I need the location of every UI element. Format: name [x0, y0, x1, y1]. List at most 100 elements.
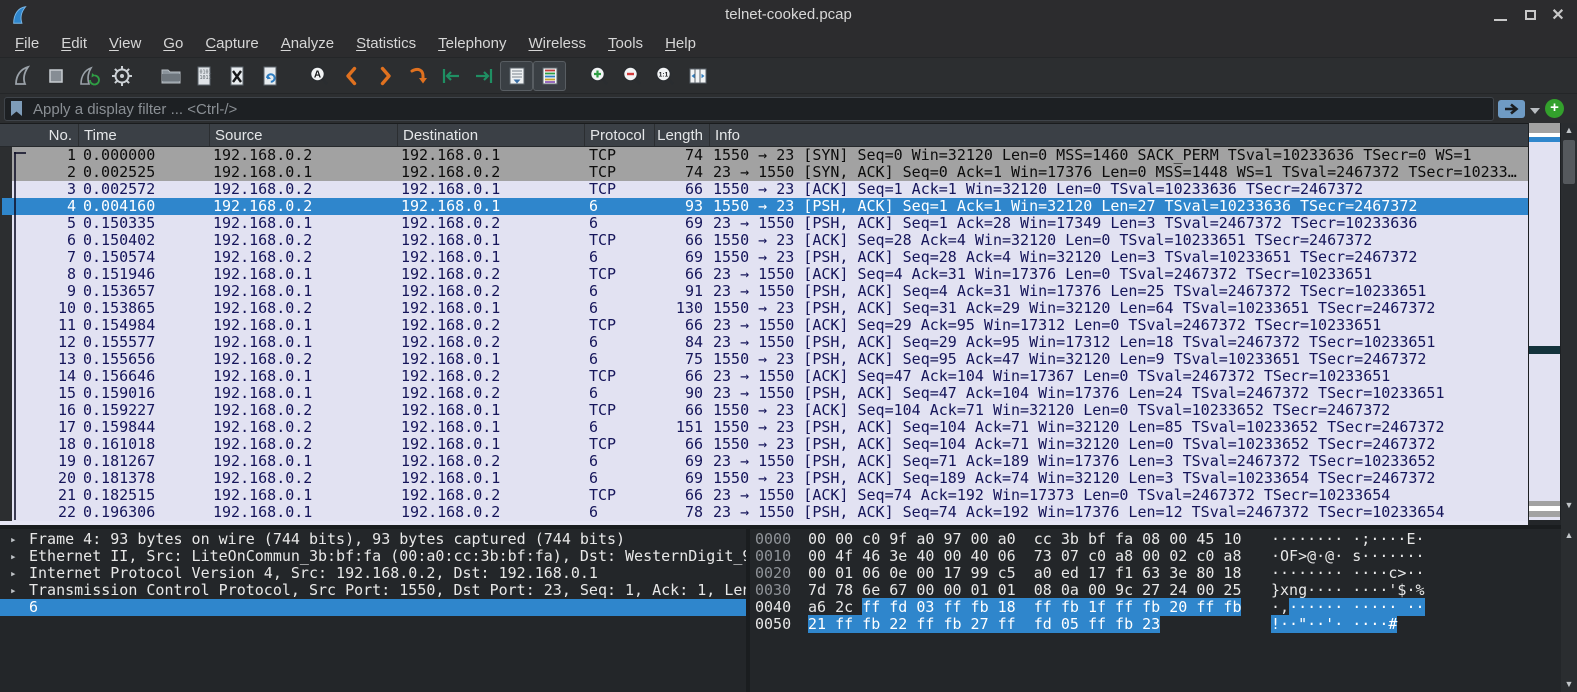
packet-row-21[interactable]: 210.182515192.168.0.1192.168.0.2TCP6623 …	[12, 487, 1528, 504]
hex-bytes[interactable]: 7d 78 6e 67 00 00 01 01 08 0a 00 9c 27 2…	[808, 582, 1241, 599]
hex-bytes[interactable]: 00 00 c0 9f a0 97 00 a0 cc 3b bf fa 08 0…	[808, 531, 1241, 548]
filter-bookmark-icon[interactable]	[10, 100, 23, 117]
packet-row-1[interactable]: 10.000000192.168.0.2192.168.0.1TCP741550…	[12, 147, 1528, 164]
bottom-pane-scroll-down-icon[interactable]: ▼	[1561, 678, 1577, 691]
go-to-packet-button[interactable]	[401, 61, 434, 91]
restart-capture-button[interactable]	[72, 61, 105, 91]
zoom-original-button[interactable]: 1:1	[648, 61, 681, 91]
menu-view[interactable]: View	[98, 32, 152, 55]
packet-row-2[interactable]: 20.002525192.168.0.1192.168.0.2TCP7423 →…	[12, 164, 1528, 181]
add-filter-button[interactable]: +	[1545, 99, 1564, 118]
hex-row-0050[interactable]: 005021 ff fb 22 ff fb 27 ff fd 05 ff fb …	[750, 616, 1561, 633]
menu-telephony[interactable]: Telephony	[427, 32, 517, 55]
minimize-button[interactable]	[1487, 0, 1513, 30]
menu-analyze[interactable]: Analyze	[270, 32, 345, 55]
hex-row-0020[interactable]: 002000 01 06 0e 00 17 99 c5 a0 ed 17 f1 …	[750, 565, 1561, 582]
menu-wireless[interactable]: Wireless	[518, 32, 598, 55]
packet-row-16[interactable]: 160.159227192.168.0.2192.168.0.1TCP66155…	[12, 402, 1528, 419]
scrollbar-handle[interactable]	[1563, 140, 1575, 184]
maximize-button[interactable]	[1517, 0, 1543, 30]
menu-go[interactable]: Go	[152, 32, 194, 55]
find-packet-button[interactable]: A	[302, 61, 335, 91]
packet-row-12[interactable]: 120.155577192.168.0.1192.168.0.268423 → …	[12, 334, 1528, 351]
expand-arrow-icon[interactable]: ▸	[10, 548, 17, 565]
packet-row-17[interactable]: 170.159844192.168.0.2192.168.0.161511550…	[12, 419, 1528, 436]
packet-row-5[interactable]: 50.150335192.168.0.1192.168.0.266923 → 1…	[12, 215, 1528, 232]
expand-arrow-icon[interactable]: ▸	[10, 582, 17, 599]
menu-statistics[interactable]: Statistics	[345, 32, 427, 55]
column-header-length[interactable]: Length	[655, 124, 710, 146]
menu-help[interactable]: Help	[654, 32, 707, 55]
hex-bytes[interactable]: 00 01 06 0e 00 17 99 c5 a0 ed 17 f1 63 3…	[808, 565, 1241, 582]
scroll-down-icon[interactable]: ▼	[1561, 499, 1577, 512]
packet-list-scrollbar[interactable]: ▲ ▼ ▲ ▼	[1561, 123, 1577, 692]
menu-capture[interactable]: Capture	[194, 32, 269, 55]
ascii-bytes[interactable]: !··"··'· ····#	[1271, 616, 1397, 633]
close-button[interactable]: ✕	[1545, 0, 1571, 30]
go-back-button[interactable]	[335, 61, 368, 91]
menu-edit[interactable]: Edit	[50, 32, 98, 55]
filter-dropdown-caret-icon[interactable]	[1530, 108, 1540, 114]
reload-file-button[interactable]	[253, 61, 286, 91]
packet-row-15[interactable]: 150.159016192.168.0.1192.168.0.269023 → …	[12, 385, 1528, 402]
packet-row-13[interactable]: 130.155656192.168.0.2192.168.0.16751550 …	[12, 351, 1528, 368]
column-header-protocol[interactable]: Protocol	[585, 124, 655, 146]
packet-row-9[interactable]: 90.153657192.168.0.1192.168.0.269123 → 1…	[12, 283, 1528, 300]
packet-row-8[interactable]: 80.151946192.168.0.1192.168.0.2TCP6623 →…	[12, 266, 1528, 283]
packet-row-10[interactable]: 100.153865192.168.0.2192.168.0.161301550…	[12, 300, 1528, 317]
expand-arrow-icon[interactable]: ▸	[10, 565, 17, 582]
detail-line-2[interactable]: ▸Internet Protocol Version 4, Src: 192.1…	[0, 565, 746, 582]
ascii-bytes[interactable]: }xng···· ····'$·%	[1271, 582, 1425, 599]
zoom-in-button[interactable]	[582, 61, 615, 91]
hex-row-0000[interactable]: 000000 00 c0 9f a0 97 00 a0 cc 3b bf fa …	[750, 531, 1561, 548]
hex-row-0030[interactable]: 00307d 78 6e 67 00 00 01 01 08 0a 00 9c …	[750, 582, 1561, 599]
column-header-info[interactable]: Info	[710, 124, 1577, 146]
hex-row-0040[interactable]: 0040a6 2c ff fd 03 ff fb 18 ff fb 1f ff …	[750, 599, 1561, 616]
ascii-bytes[interactable]: ·OF>@·@· s·······	[1271, 548, 1425, 565]
display-filter-input[interactable]	[4, 97, 1494, 121]
ascii-bytes[interactable]: ········ ····c>··	[1271, 565, 1425, 582]
scroll-up-icon[interactable]: ▲	[1561, 124, 1577, 137]
packet-row-19[interactable]: 190.181267192.168.0.1192.168.0.266923 → …	[12, 453, 1528, 470]
go-first-packet-button[interactable]	[434, 61, 467, 91]
close-file-button[interactable]	[220, 61, 253, 91]
intelligent-scrollbar-minimap[interactable]	[1528, 123, 1561, 520]
capture-options-button[interactable]	[105, 61, 138, 91]
packet-row-22[interactable]: 220.196306192.168.0.1192.168.0.267823 → …	[12, 504, 1528, 521]
packet-row-14[interactable]: 140.156646192.168.0.1192.168.0.2TCP6623 …	[12, 368, 1528, 385]
packet-row-7[interactable]: 70.150574192.168.0.2192.168.0.16691550 →…	[12, 249, 1528, 266]
hex-bytes[interactable]: 00 4f 46 3e 40 00 40 06 73 07 c0 a8 00 0…	[808, 548, 1241, 565]
hex-row-0010[interactable]: 001000 4f 46 3e 40 00 40 06 73 07 c0 a8 …	[750, 548, 1561, 565]
detail-line-0[interactable]: ▸Frame 4: 93 bytes on wire (744 bits), 9…	[0, 531, 746, 548]
menu-tools[interactable]: Tools	[597, 32, 654, 55]
packet-row-6[interactable]: 60.150402192.168.0.2192.168.0.1TCP661550…	[12, 232, 1528, 249]
go-forward-button[interactable]	[368, 61, 401, 91]
column-header-destination[interactable]: Destination	[398, 124, 585, 146]
auto-scroll-button[interactable]	[500, 61, 533, 91]
ascii-bytes[interactable]: ········ ·;····E·	[1271, 531, 1425, 548]
bottom-pane-scroll-up-icon[interactable]: ▲	[1561, 529, 1577, 542]
detail-line-3[interactable]: ▸Transmission Control Protocol, Src Port…	[0, 582, 746, 599]
hex-bytes[interactable]: 21 ff fb 22 ff fb 27 ff fd 05 ff fb 23	[808, 616, 1160, 633]
expand-arrow-icon[interactable]: ▸	[10, 531, 17, 548]
go-last-packet-button[interactable]	[467, 61, 500, 91]
column-header-source[interactable]: Source	[210, 124, 398, 146]
packet-row-3[interactable]: 30.002572192.168.0.2192.168.0.1TCP661550…	[12, 181, 1528, 198]
ascii-bytes[interactable]: ·,······ ····· ··	[1271, 599, 1425, 616]
packet-row-18[interactable]: 180.161018192.168.0.2192.168.0.1TCP66155…	[12, 436, 1528, 453]
open-file-button[interactable]	[154, 61, 187, 91]
save-file-button[interactable]: 01011011	[187, 61, 220, 91]
hex-bytes[interactable]: a6 2c ff fd 03 ff fb 18 ff fb 1f ff fb 2…	[808, 599, 1241, 616]
detail-line-1[interactable]: ▸Ethernet II, Src: LiteOnCommun_3b:bf:fa…	[0, 548, 746, 565]
packet-row-20[interactable]: 200.181378192.168.0.2192.168.0.16691550 …	[12, 470, 1528, 487]
stop-capture-button[interactable]	[39, 61, 72, 91]
packet-row-11[interactable]: 110.154984192.168.0.1192.168.0.2TCP6623 …	[12, 317, 1528, 334]
packet-row-4[interactable]: 40.004160192.168.0.2192.168.0.16931550 →…	[2, 198, 1528, 215]
menu-file[interactable]: File	[4, 32, 50, 55]
colorize-button[interactable]	[533, 61, 566, 91]
zoom-out-button[interactable]	[615, 61, 648, 91]
apply-filter-button[interactable]	[1498, 100, 1525, 118]
detail-line-4[interactable]: 6	[0, 599, 746, 616]
resize-columns-button[interactable]	[681, 61, 714, 91]
column-header-no[interactable]: No.	[0, 124, 79, 146]
